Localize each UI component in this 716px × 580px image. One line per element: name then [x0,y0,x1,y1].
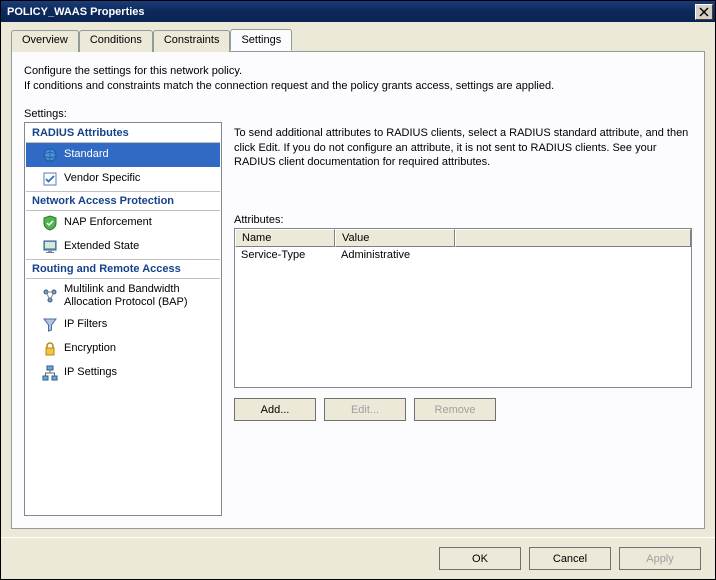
category-radius: RADIUS Attributes [26,124,220,143]
sidebar-item-label: IP Filters [64,318,107,331]
monitor-icon [42,239,58,255]
shield-icon [42,215,58,231]
cancel-button[interactable]: Cancel [529,547,611,570]
tab-constraints[interactable]: Constraints [153,30,231,52]
sidebar-item-label: Multilink and Bandwidth Allocation Proto… [64,283,214,309]
category-nap: Network Access Protection [26,191,220,211]
detail-description: To send additional attributes to RADIUS … [234,126,692,171]
attributes-list[interactable]: Name Value Service-Type Administrative [234,228,692,388]
list-row[interactable]: Service-Type Administrative [235,247,691,263]
remove-button[interactable]: Remove [414,398,496,421]
sidebar-item-label: Standard [64,148,109,161]
detail-pane: To send additional attributes to RADIUS … [234,122,692,516]
tab-strip: Overview Conditions Constraints Settings [1,22,715,51]
intro-text: Configure the settings for this network … [24,64,692,94]
settings-split: RADIUS Attributes Standard Vendor Specif… [24,122,692,516]
sidebar-item-encryption[interactable]: Encryption [26,337,220,361]
dialog-footer: OK Cancel Apply [1,537,715,579]
column-name[interactable]: Name [235,229,335,247]
sidebar-item-label: Extended State [64,240,139,253]
sidebar-item-label: NAP Enforcement [64,216,152,229]
sidebar-item-standard[interactable]: Standard [26,143,220,167]
edit-button[interactable]: Edit... [324,398,406,421]
sidebar-item-label: IP Settings [64,366,117,379]
attribute-buttons: Add... Edit... Remove [234,398,692,421]
funnel-icon [42,317,58,333]
intro-line-1: Configure the settings for this network … [24,64,692,79]
link-icon [42,288,58,304]
column-value[interactable]: Value [335,229,455,247]
add-button[interactable]: Add... [234,398,316,421]
settings-label: Settings: [24,108,692,120]
attributes-label: Attributes: [234,214,692,226]
sidebar-item-ip-filters[interactable]: IP Filters [26,313,220,337]
list-header: Name Value [235,229,691,247]
lock-icon [42,341,58,357]
column-spacer [455,229,691,247]
network-icon [42,365,58,381]
category-rras: Routing and Remote Access [26,259,220,279]
sidebar-item-multilink[interactable]: Multilink and Bandwidth Allocation Proto… [26,279,220,313]
intro-line-2: If conditions and constraints match the … [24,79,692,94]
sidebar-item-label: Encryption [64,342,116,355]
checkbox-icon [42,171,58,187]
cell-value: Administrative [335,247,691,263]
tab-conditions[interactable]: Conditions [79,30,153,52]
cell-name: Service-Type [235,247,335,263]
tab-settings[interactable]: Settings [230,29,292,51]
globe-icon [42,147,58,163]
settings-panel: Configure the settings for this network … [11,51,705,529]
sidebar-item-label: Vendor Specific [64,172,140,185]
sidebar-item-ip-settings[interactable]: IP Settings [26,361,220,385]
apply-button[interactable]: Apply [619,547,701,570]
properties-dialog: POLICY_WAAS Properties Overview Conditio… [0,0,716,580]
titlebar: POLICY_WAAS Properties [1,1,715,22]
window-title: POLICY_WAAS Properties [7,6,695,18]
sidebar-item-extended-state[interactable]: Extended State [26,235,220,259]
close-icon [699,7,709,17]
list-body: Service-Type Administrative [235,247,691,387]
settings-categories: RADIUS Attributes Standard Vendor Specif… [24,122,222,516]
sidebar-item-vendor-specific[interactable]: Vendor Specific [26,167,220,191]
tab-overview[interactable]: Overview [11,30,79,52]
sidebar-item-nap-enforcement[interactable]: NAP Enforcement [26,211,220,235]
close-button[interactable] [695,4,713,20]
ok-button[interactable]: OK [439,547,521,570]
